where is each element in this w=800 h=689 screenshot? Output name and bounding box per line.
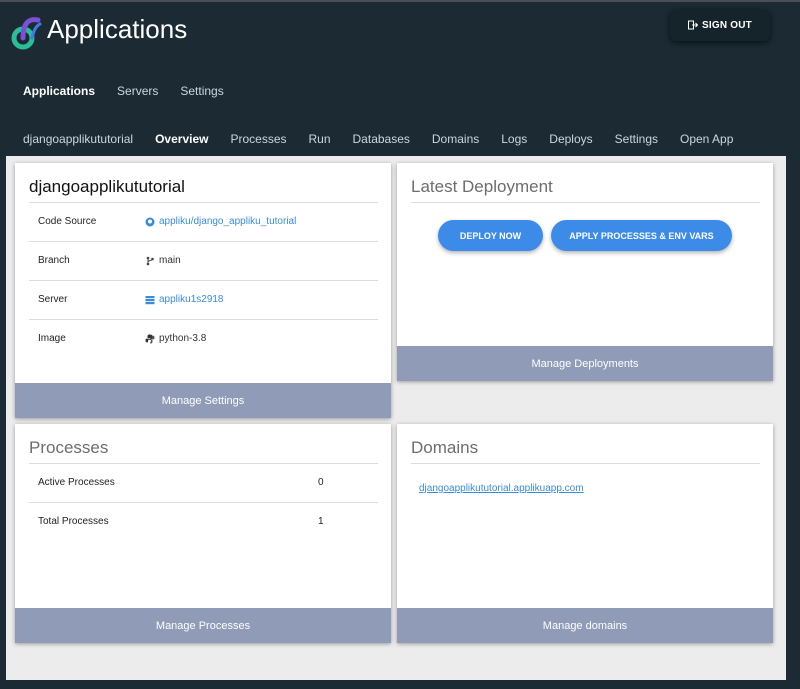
divider — [29, 241, 378, 242]
git-branch-icon — [146, 256, 154, 265]
content-area: djangoapplikututorial Code Source applik… — [6, 156, 786, 680]
active-processes-value: 0 — [318, 477, 324, 488]
image-value: python-3.8 — [145, 333, 206, 344]
server-icon — [145, 295, 155, 304]
sign-out-button[interactable]: SIGN OUT — [670, 9, 770, 41]
branch-text: main — [159, 255, 181, 266]
divider — [29, 463, 378, 464]
tab-open-app[interactable]: Open App — [680, 132, 733, 146]
topnav-item-applications[interactable]: Applications — [23, 84, 95, 98]
manage-deployments-button[interactable]: Manage Deployments — [397, 346, 773, 381]
app-card-title: djangoapplikututorial — [29, 177, 185, 196]
app-tabs: djangoapplikututorial Overview Processes… — [23, 132, 755, 146]
manage-domains-button[interactable]: Manage domains — [397, 608, 773, 643]
tab-databases[interactable]: Databases — [353, 132, 410, 146]
image-text: python-3.8 — [159, 333, 207, 344]
domains-card: Domains djangoapplikututorial.applikuapp… — [397, 424, 773, 643]
tab-processes[interactable]: Processes — [230, 132, 286, 146]
code-source-link[interactable]: appliku/django_appliku_tutorial — [159, 216, 296, 227]
processes-card-title: Processes — [29, 438, 109, 457]
image-label: Image — [38, 333, 66, 344]
topnav-item-servers[interactable]: Servers — [117, 84, 158, 98]
app-info-card: djangoapplikututorial Code Source applik… — [15, 163, 391, 418]
domain-link[interactable]: djangoapplikututorial.applikuapp.com — [419, 483, 584, 494]
tab-logs[interactable]: Logs — [501, 132, 527, 146]
page-title: Applications — [47, 14, 188, 44]
code-source-label: Code Source — [38, 216, 97, 227]
tab-deploys[interactable]: Deploys — [549, 132, 592, 146]
tab-settings[interactable]: Settings — [615, 132, 658, 146]
manage-settings-button[interactable]: Manage Settings — [15, 383, 391, 418]
tab-run[interactable]: Run — [309, 132, 331, 146]
server-value[interactable]: appliku1s2918 — [145, 294, 224, 305]
deployment-card-title: Latest Deployment — [411, 177, 553, 196]
top-nav: Applications Servers Settings — [23, 84, 224, 98]
python-icon — [145, 334, 155, 343]
total-processes-label: Total Processes — [38, 516, 109, 527]
processes-card: Processes Active Processes 0 Total Proce… — [15, 424, 391, 643]
manage-processes-button[interactable]: Manage Processes — [15, 608, 391, 643]
tab-domains[interactable]: Domains — [432, 132, 479, 146]
divider — [411, 202, 760, 203]
total-processes-value: 1 — [318, 516, 324, 527]
latest-deployment-card: Latest Deployment DEPLOY NOW APPLY PROCE… — [397, 163, 773, 381]
branch-label: Branch — [38, 255, 70, 266]
applikur-logo-icon — [10, 14, 44, 50]
divider — [29, 202, 378, 203]
divider — [411, 463, 760, 464]
github-icon — [145, 217, 155, 226]
sign-out-icon — [688, 20, 699, 30]
tab-app-name[interactable]: djangoapplikututorial — [23, 132, 133, 146]
divider — [29, 319, 378, 320]
topnav-item-settings[interactable]: Settings — [180, 84, 223, 98]
deploy-now-button[interactable]: DEPLOY NOW — [438, 220, 543, 251]
branch-value: main — [145, 255, 181, 266]
code-source-value[interactable]: appliku/django_appliku_tutorial — [145, 216, 296, 227]
apply-processes-env-button[interactable]: APPLY PROCESSES & ENV VARS — [551, 220, 732, 251]
active-processes-label: Active Processes — [38, 477, 115, 488]
tab-overview[interactable]: Overview — [155, 132, 208, 146]
divider — [29, 280, 378, 281]
domains-card-title: Domains — [411, 438, 479, 457]
divider — [29, 502, 378, 503]
server-link[interactable]: appliku1s2918 — [159, 294, 224, 305]
sign-out-label: SIGN OUT — [702, 19, 752, 31]
server-label: Server — [38, 294, 68, 305]
top-border — [0, 0, 800, 2]
